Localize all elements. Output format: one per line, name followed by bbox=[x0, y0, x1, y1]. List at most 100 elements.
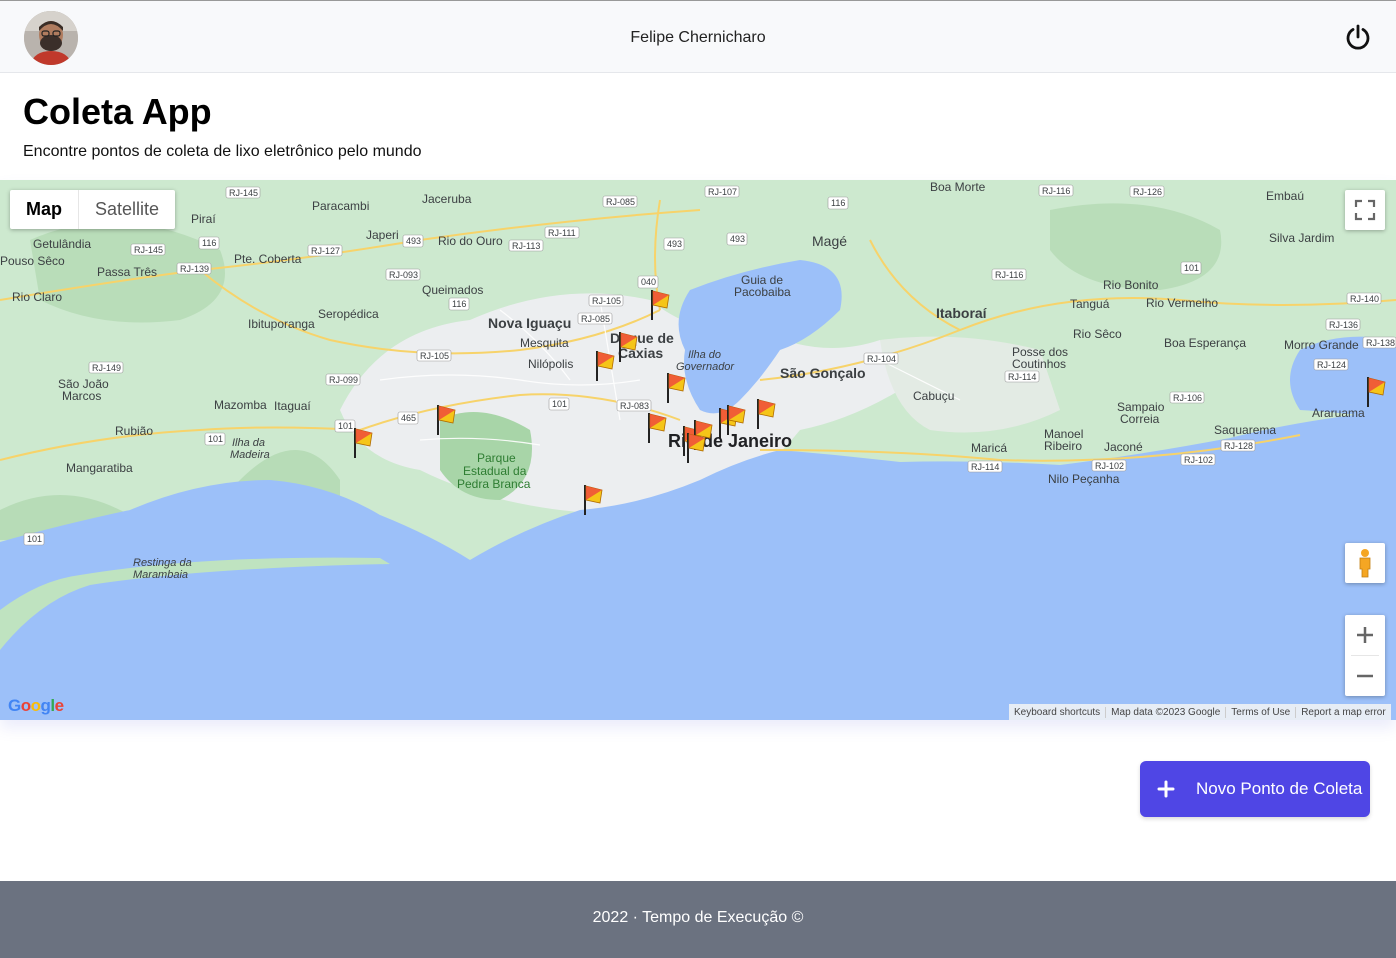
map-label-correia: Correia bbox=[1120, 412, 1160, 426]
footer-text: 2022 · Tempo de Execução © bbox=[592, 909, 804, 926]
map-label-mazomba: Mazomba bbox=[214, 398, 267, 412]
map-canvas[interactable]: Boa Morte Embaú Paracambi Piraí Jaceruba… bbox=[0, 180, 1396, 720]
road-shield: RJ-138 bbox=[1362, 336, 1396, 349]
zoom-out-icon[interactable] bbox=[1345, 656, 1385, 696]
svg-text:RJ-104: RJ-104 bbox=[867, 354, 896, 364]
road-shield: RJ-105 bbox=[416, 349, 452, 362]
svg-text:RJ-105: RJ-105 bbox=[420, 351, 449, 361]
map-label-boa-morte: Boa Morte bbox=[930, 180, 986, 194]
road-shield: RJ-093 bbox=[385, 268, 421, 281]
road-shield: 040 bbox=[637, 275, 659, 289]
map-label-madeira: Madeira bbox=[230, 449, 270, 461]
svg-text:493: 493 bbox=[667, 239, 682, 249]
map-label-nilo-pecanha: Nilo Peçanha bbox=[1048, 472, 1120, 486]
svg-text:101: 101 bbox=[1184, 263, 1199, 273]
svg-text:101: 101 bbox=[338, 421, 353, 431]
svg-text:101: 101 bbox=[27, 534, 42, 544]
map-label-getulandia: Getulândia bbox=[33, 237, 91, 251]
map-label-marica: Maricá bbox=[971, 441, 1007, 455]
road-shield: 101 bbox=[548, 397, 570, 411]
zoom-in-icon[interactable] bbox=[1345, 615, 1385, 655]
map-label-nova-iguacu: Nova Iguaçu bbox=[488, 315, 571, 331]
fullscreen-icon[interactable] bbox=[1345, 190, 1385, 230]
road-shield: 101 bbox=[204, 432, 226, 446]
road-shield: RJ-116 bbox=[991, 268, 1027, 281]
road-shield: RJ-139 bbox=[176, 262, 212, 275]
svg-text:465: 465 bbox=[401, 413, 416, 423]
map-label-tangua: Tanguá bbox=[1070, 297, 1110, 311]
map-label-pacobaiba: Pacobaiba bbox=[734, 285, 791, 299]
svg-text:RJ-085: RJ-085 bbox=[606, 197, 635, 207]
google-logo[interactable]: Google bbox=[8, 696, 64, 716]
map-label-morro-grande: Morro Grande bbox=[1284, 338, 1359, 352]
map-label-queimados: Queimados bbox=[422, 283, 483, 297]
report-map-error-link[interactable]: Report a map error bbox=[1295, 706, 1390, 718]
map-label-rio-vermelho: Rio Vermelho bbox=[1146, 296, 1218, 310]
road-shield: RJ-136 bbox=[1325, 318, 1361, 331]
map-label-coutinhos: Coutinhos bbox=[1012, 357, 1066, 371]
road-shield: RJ-102 bbox=[1091, 459, 1127, 472]
map-label-seropedica: Seropédica bbox=[318, 307, 379, 321]
map-data-credit: Map data ©2023 Google bbox=[1105, 706, 1225, 718]
svg-text:493: 493 bbox=[730, 234, 745, 244]
svg-text:RJ-140: RJ-140 bbox=[1350, 294, 1379, 304]
svg-text:RJ-126: RJ-126 bbox=[1133, 187, 1162, 197]
svg-text:RJ-139: RJ-139 bbox=[180, 264, 209, 274]
map-label-pirai: Piraí bbox=[191, 212, 216, 226]
road-shield: 116 bbox=[827, 196, 849, 210]
map-label-estadual: Estadual da bbox=[463, 464, 527, 478]
svg-text:RJ-099: RJ-099 bbox=[329, 375, 358, 385]
keyboard-shortcuts-link[interactable]: Keyboard shortcuts bbox=[1009, 707, 1105, 718]
svg-text:116: 116 bbox=[452, 299, 466, 309]
svg-text:RJ-114: RJ-114 bbox=[1008, 372, 1036, 382]
map-label-pte-coberta: Pte. Coberta bbox=[234, 252, 302, 266]
road-shield: RJ-113 bbox=[508, 239, 544, 252]
page-title: Coleta App bbox=[23, 91, 212, 132]
road-shield: 101 bbox=[334, 419, 356, 433]
map-type-control: Map Satellite bbox=[10, 190, 176, 229]
road-shield: RJ-145 bbox=[130, 243, 166, 256]
map-label-boa-esperanca: Boa Esperança bbox=[1164, 336, 1246, 350]
map-type-satellite-button[interactable]: Satellite bbox=[78, 190, 175, 229]
map-label-marambaia: Marambaia bbox=[133, 569, 188, 581]
terms-of-use-link[interactable]: Terms of Use bbox=[1225, 706, 1295, 718]
power-icon[interactable] bbox=[1344, 23, 1372, 51]
svg-text:RJ-102: RJ-102 bbox=[1184, 455, 1213, 465]
svg-text:RJ-145: RJ-145 bbox=[134, 245, 163, 255]
road-shield: RJ-114 bbox=[1004, 370, 1040, 383]
new-collection-point-button[interactable]: Novo Ponto de Coleta bbox=[1140, 761, 1370, 817]
svg-text:RJ-083: RJ-083 bbox=[620, 401, 649, 411]
map-label-rio-do-ouro: Rio do Ouro bbox=[438, 234, 503, 248]
map-view[interactable]: Boa Morte Embaú Paracambi Piraí Jaceruba… bbox=[0, 180, 1396, 720]
svg-text:RJ-106: RJ-106 bbox=[1173, 393, 1202, 403]
map-label-itaborai: Itaboraí bbox=[936, 305, 988, 321]
road-shield: RJ-126 bbox=[1129, 185, 1165, 198]
map-label-ibituporanga: Ibituporanga bbox=[248, 317, 315, 331]
svg-text:RJ-102: RJ-102 bbox=[1095, 461, 1124, 471]
map-label-mangaratiba: Mangaratiba bbox=[66, 461, 133, 475]
svg-text:RJ-111: RJ-111 bbox=[548, 228, 576, 238]
map-label-nilopolis: Nilópolis bbox=[528, 357, 573, 371]
svg-text:RJ-105: RJ-105 bbox=[592, 296, 621, 306]
road-shield: RJ-116 bbox=[1038, 184, 1074, 197]
street-view-pegman-icon[interactable] bbox=[1345, 543, 1385, 583]
map-label-rubiao: Rubião bbox=[115, 424, 153, 438]
map-type-map-button[interactable]: Map bbox=[10, 190, 78, 229]
svg-text:RJ-145: RJ-145 bbox=[229, 188, 258, 198]
road-shield: RJ-114 bbox=[967, 460, 1003, 473]
map-label-silva-jardim: Silva Jardim bbox=[1269, 231, 1334, 245]
road-shield: 465 bbox=[397, 411, 419, 425]
road-shield: 493 bbox=[663, 237, 685, 251]
svg-text:RJ-113: RJ-113 bbox=[512, 241, 540, 251]
svg-text:493: 493 bbox=[406, 236, 421, 246]
map-label-embau: Embaú bbox=[1266, 189, 1304, 203]
svg-text:RJ-116: RJ-116 bbox=[995, 270, 1023, 280]
road-shield: RJ-102 bbox=[1180, 453, 1216, 466]
map-label-ribeiro: Ribeiro bbox=[1044, 439, 1082, 453]
plus-icon bbox=[1154, 777, 1178, 801]
map-label-pouso-seco: Pouso Sêco bbox=[0, 254, 65, 268]
map-label-araruama: Araruama bbox=[1312, 406, 1365, 420]
new-collection-point-label: Novo Ponto de Coleta bbox=[1196, 779, 1363, 798]
road-shield: RJ-111 bbox=[544, 226, 580, 239]
map-label-sao-goncalo: São Gonçalo bbox=[780, 365, 866, 381]
